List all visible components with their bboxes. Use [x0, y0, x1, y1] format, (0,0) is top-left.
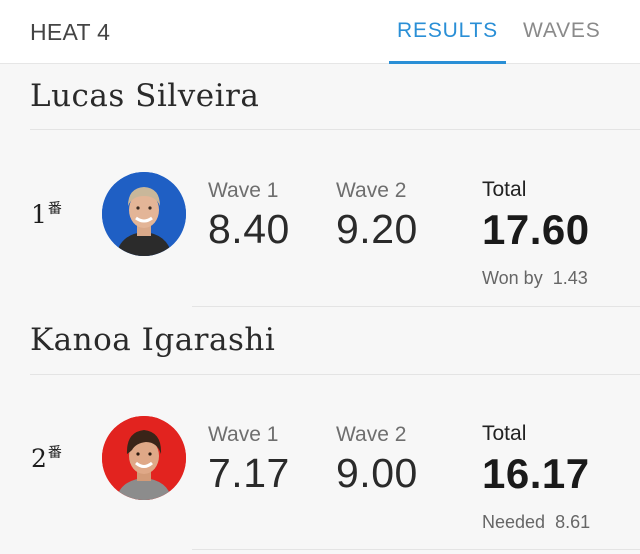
wave2-score: 9.20	[336, 206, 418, 252]
wave1-label: Wave 1	[208, 179, 279, 202]
note-value: 1.43	[552, 268, 588, 288]
result-note: Needed 8.61	[482, 512, 590, 533]
surfer-photo-icon	[102, 172, 186, 256]
surfer-name: Lucas Silveira	[30, 78, 260, 114]
place-rank: 2番	[31, 442, 62, 473]
note-label: Needed	[482, 512, 546, 532]
total-score: 16.17	[482, 450, 590, 497]
divider	[192, 306, 640, 307]
wave1-score: 7.17	[208, 450, 290, 496]
divider	[30, 374, 640, 375]
total-label: Total	[482, 178, 527, 201]
place-rank: 1番	[31, 198, 62, 229]
avatar	[102, 172, 186, 256]
wave1-label: Wave 1	[208, 423, 279, 446]
total-score: 17.60	[482, 206, 590, 253]
result-note: Won by 1.43	[482, 268, 588, 289]
total-label: Total	[482, 422, 527, 445]
wave1-score: 8.40	[208, 206, 290, 252]
divider	[192, 549, 640, 550]
wave2-label: Wave 2	[336, 179, 407, 202]
surfer-photo-icon	[102, 416, 186, 500]
place-number: 1	[31, 200, 47, 229]
place-number: 2	[31, 444, 47, 473]
surfer-name: Kanoa Igarashi	[30, 322, 276, 358]
heat-title: HEAT 4	[30, 19, 111, 45]
wave2-label: Wave 2	[336, 423, 407, 446]
divider	[30, 129, 640, 130]
tab-results[interactable]: RESULTS	[389, 19, 506, 64]
wave2-score: 9.00	[336, 450, 418, 496]
note-label: Won by	[482, 268, 543, 288]
header-bar: HEAT 4 RESULTS WAVES	[0, 0, 640, 64]
avatar	[102, 416, 186, 500]
place-suffix: 番	[47, 201, 62, 217]
tab-waves[interactable]: WAVES	[523, 19, 601, 64]
note-value: 8.61	[555, 512, 591, 532]
place-suffix: 番	[47, 445, 62, 461]
